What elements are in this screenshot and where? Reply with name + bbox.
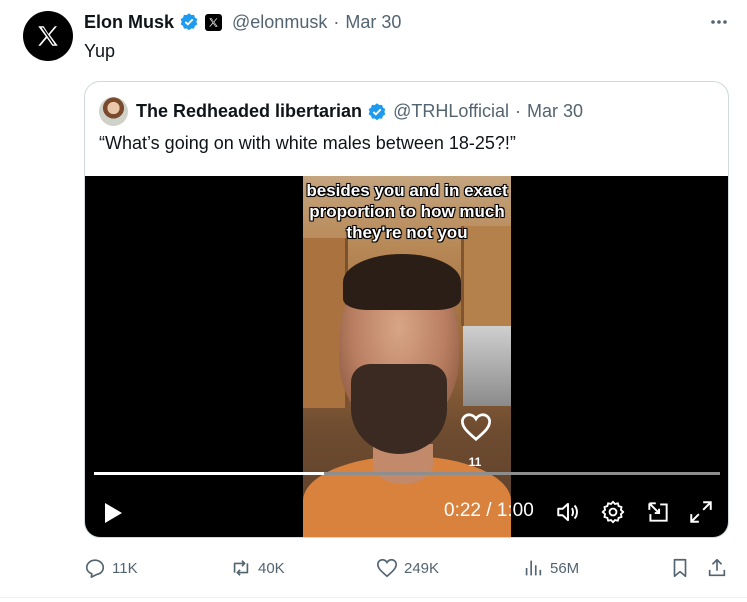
verified-badge-icon: [179, 12, 199, 32]
caption-line: besides you and in exact: [306, 181, 508, 200]
bookmark-button[interactable]: [669, 557, 691, 579]
video-like-count: 11: [468, 455, 482, 469]
share-button[interactable]: [706, 557, 728, 579]
reply-count: 11K: [112, 559, 138, 577]
like-count: 249K: [404, 559, 440, 577]
volume-icon[interactable]: [555, 499, 581, 525]
author-avatar[interactable]: [23, 11, 73, 61]
video-frame[interactable]: besides you and in exact proportion to h…: [303, 176, 511, 537]
quoted-author-name[interactable]: The Redheaded libertarian: [136, 101, 362, 122]
video-time: 0:22 / 1:00: [444, 500, 534, 521]
bookmark-icon: [673, 558, 687, 578]
more-options-icon[interactable]: [709, 12, 729, 37]
separator-dot: ·: [333, 11, 340, 32]
person-hair: [343, 254, 461, 310]
quoted-post-text: “What’s going on with white males betwee…: [99, 133, 516, 153]
video-progress-bar[interactable]: [94, 472, 720, 475]
quoted-post-date[interactable]: Mar 30: [527, 101, 583, 122]
repost-icon: [233, 560, 249, 576]
video-caption: besides you and in exact proportion to h…: [303, 180, 511, 243]
quoted-author-avatar[interactable]: [99, 97, 128, 126]
verified-badge-icon: [367, 102, 387, 122]
separator-dot: ·: [515, 101, 522, 121]
post-text: Yup: [84, 41, 116, 61]
quoted-author-handle[interactable]: @TRHLofficial: [393, 101, 509, 122]
settings-gear-icon[interactable]: [600, 499, 626, 525]
x-logo-icon: [38, 26, 58, 46]
share-icon: [708, 558, 726, 577]
views-button[interactable]: 56M: [522, 557, 579, 579]
repost-count: 40K: [258, 559, 285, 577]
view-count: 56M: [550, 559, 580, 577]
video-player[interactable]: besides you and in exact proportion to h…: [85, 176, 728, 537]
like-heart-icon: [377, 558, 397, 578]
like-button[interactable]: 249K: [376, 557, 439, 579]
divider: [0, 597, 747, 598]
video-progress-fill: [94, 472, 324, 475]
person-beard: [351, 364, 447, 454]
heart-icon: [460, 413, 492, 442]
repost-button[interactable]: 40K: [230, 557, 285, 579]
picture-in-picture-icon[interactable]: [645, 499, 671, 525]
oven: [463, 326, 511, 406]
author-name[interactable]: Elon Musk: [84, 12, 174, 33]
views-bar-chart-icon: [525, 560, 542, 576]
reply-icon: [85, 559, 105, 578]
caption-line: proportion to how much: [309, 202, 505, 221]
caption-line: they're not you: [346, 223, 468, 242]
fullscreen-icon[interactable]: [688, 499, 714, 525]
post-action-bar: 11K 40K 249K 56M: [0, 557, 747, 581]
author-handle[interactable]: @elonmusk: [232, 12, 327, 33]
play-icon[interactable]: [102, 501, 124, 525]
post-date[interactable]: Mar 30: [345, 12, 401, 33]
quoted-post[interactable]: The Redheaded libertarian @TRHLofficial …: [84, 81, 729, 538]
x-affiliate-badge-icon: [205, 13, 223, 31]
reply-button[interactable]: 11K: [84, 557, 138, 579]
post-header: Elon Musk @elonmusk · Mar 30: [84, 10, 401, 34]
quoted-post-header: The Redheaded libertarian @TRHLofficial …: [99, 97, 583, 126]
